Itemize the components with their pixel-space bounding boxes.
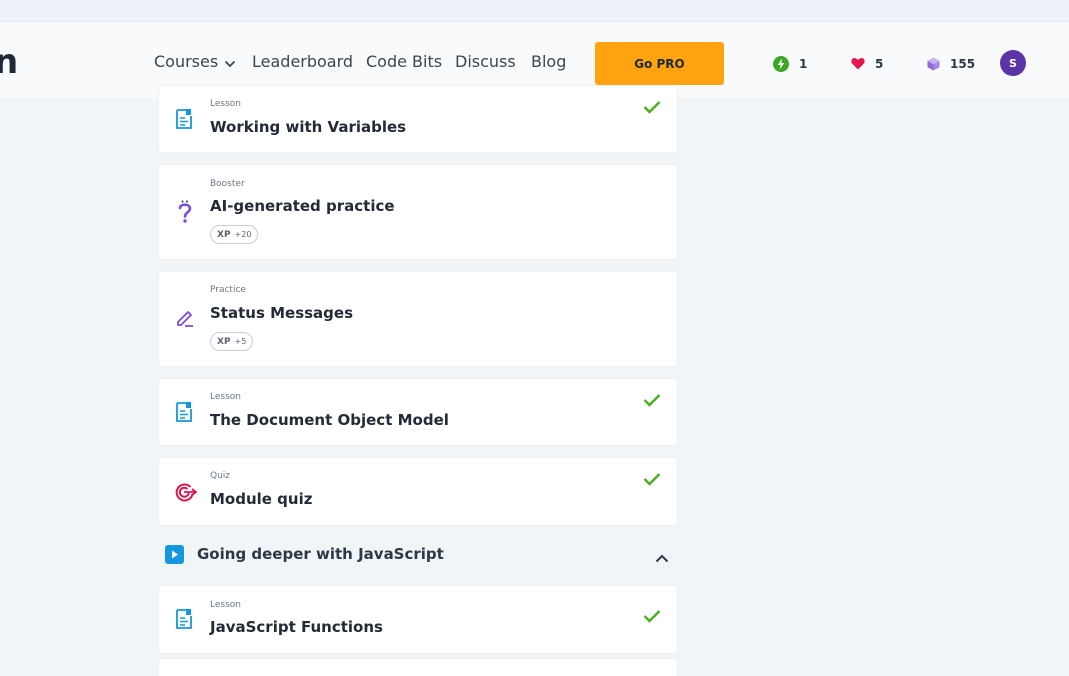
question-mark-icon xyxy=(175,199,195,223)
browser-top-strip xyxy=(0,0,1069,22)
item-kind: Lesson xyxy=(210,600,241,610)
item-kind: Quiz xyxy=(210,471,231,481)
target-icon xyxy=(175,482,198,504)
lesson-item-dom[interactable]: Lesson The Document Object Model xyxy=(159,379,677,445)
quiz-item-module-quiz[interactable]: Quiz Module quiz xyxy=(159,458,677,525)
chevron-down-icon xyxy=(224,53,236,73)
hearts-counter[interactable]: 5 xyxy=(851,55,883,72)
go-pro-button[interactable]: Go PRO xyxy=(595,42,724,85)
nav-courses[interactable]: Courses xyxy=(154,52,236,73)
item-kind: Lesson xyxy=(210,392,241,402)
item-title: The Document Object Model xyxy=(210,411,449,429)
cube-icon xyxy=(927,57,940,70)
lightning-icon xyxy=(773,55,789,72)
item-title: JavaScript Functions xyxy=(210,618,383,636)
item-kind: Practice xyxy=(210,285,246,295)
heart-icon xyxy=(851,57,865,70)
item-title: Working with Variables xyxy=(210,118,407,136)
xp-label: XP xyxy=(217,336,231,347)
streak-count: 1 xyxy=(799,56,808,71)
lesson-document-icon xyxy=(175,108,195,130)
lesson-item-js-functions[interactable]: Lesson JavaScript Functions xyxy=(159,586,677,653)
item-title: Module quiz xyxy=(210,490,313,508)
checkmark-icon xyxy=(643,392,661,411)
xp-badge: XP +5 xyxy=(210,332,254,351)
item-title: Status Messages xyxy=(210,304,354,322)
checkmark-icon xyxy=(643,608,661,627)
xp-label: XP xyxy=(217,229,231,240)
item-kind: Booster xyxy=(210,179,245,189)
next-item-partial[interactable] xyxy=(159,659,677,676)
booster-item-ai-practice[interactable]: Booster AI-generated practice XP +20 xyxy=(159,165,677,259)
lesson-document-icon xyxy=(175,401,195,423)
avatar[interactable]: S xyxy=(1000,50,1026,76)
checkmark-icon xyxy=(643,471,661,490)
xp-badge: XP +20 xyxy=(210,225,259,244)
lesson-document-icon xyxy=(175,608,195,630)
nav-leaderboard[interactable]: Leaderboard xyxy=(252,52,353,72)
xp-value: +5 xyxy=(234,337,247,346)
nav-discuss[interactable]: Discuss xyxy=(455,52,516,72)
section-title: Going deeper with JavaScript xyxy=(197,545,444,563)
item-kind: Lesson xyxy=(210,99,241,109)
bits-counter[interactable]: 155 xyxy=(927,55,975,72)
streak-counter[interactable]: 1 xyxy=(773,55,807,72)
module-section-header[interactable]: Going deeper with JavaScript xyxy=(159,540,677,570)
bits-count: 155 xyxy=(950,56,976,71)
practice-item-status-messages[interactable]: Practice Status Messages XP +5 xyxy=(159,272,677,366)
checkmark-icon xyxy=(643,99,661,118)
nav-courses-label: Courses xyxy=(154,52,219,71)
hearts-count: 5 xyxy=(875,56,884,71)
item-title: AI-generated practice xyxy=(210,197,395,215)
xp-value: +20 xyxy=(234,230,252,239)
nav-blog[interactable]: Blog xyxy=(531,52,566,72)
play-icon xyxy=(165,545,184,564)
lesson-item-working-with-variables[interactable]: Lesson Working with Variables xyxy=(159,86,677,152)
chevron-up-icon[interactable] xyxy=(655,548,669,567)
nav-code-bits[interactable]: Code Bits xyxy=(366,52,442,72)
pencil-icon xyxy=(175,308,195,330)
logo[interactable]: n xyxy=(0,42,18,82)
